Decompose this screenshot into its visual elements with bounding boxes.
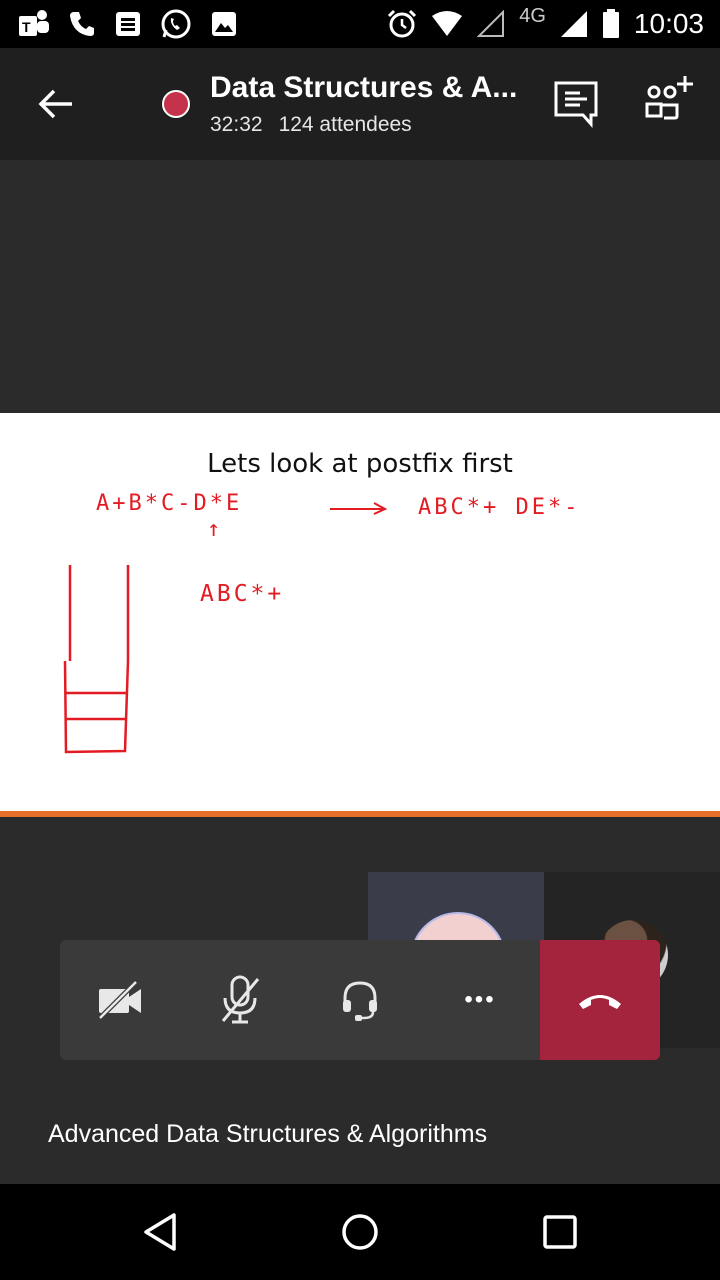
signal-outline-icon	[477, 10, 505, 37]
notification-icons: T	[18, 8, 238, 40]
recording-indicator	[162, 90, 190, 118]
phone-icon	[70, 12, 94, 36]
status-time: 10:03	[633, 8, 704, 39]
hang-up-icon	[579, 995, 621, 1009]
back-button[interactable]	[26, 74, 86, 134]
nav-back-button[interactable]	[130, 1202, 190, 1262]
conversion-arrow	[330, 502, 388, 515]
more-options-button[interactable]: •••	[420, 940, 540, 1060]
network-type-label: 4G	[519, 4, 546, 27]
scan-pointer: ↑	[207, 517, 224, 542]
participant-tile[interactable]	[368, 872, 544, 940]
meeting-info: Data Structures & A... 32:32 124 attende…	[210, 71, 517, 137]
meeting-meta: 32:32 124 attendees	[210, 113, 517, 137]
back-arrow-icon	[38, 89, 72, 119]
call-controls: •••	[60, 940, 660, 1060]
teams-app-icon: T	[19, 10, 49, 36]
recents-square-icon	[543, 1215, 577, 1249]
home-circle-icon	[342, 1214, 378, 1250]
nav-home-button[interactable]	[330, 1202, 390, 1262]
stack-diagram	[63, 565, 130, 754]
svg-text:T: T	[22, 19, 31, 35]
chat-icon	[554, 81, 598, 128]
alarm-icon	[388, 9, 417, 38]
add-people-icon	[645, 76, 693, 120]
add-participants-button[interactable]	[640, 72, 700, 132]
meeting-duration: 32:32	[210, 113, 263, 136]
nav-recents-button[interactable]	[530, 1202, 590, 1262]
back-triangle-icon	[144, 1213, 176, 1251]
signal-icon	[560, 11, 587, 37]
battery-icon	[602, 9, 619, 38]
meeting-header: Data Structures & A... 32:32 124 attende…	[0, 48, 720, 160]
camera-off-icon	[98, 980, 141, 1020]
message-icon	[116, 12, 140, 36]
status-bar: T 4G 10:03	[0, 0, 720, 48]
chat-button[interactable]	[550, 78, 602, 130]
meeting-name-caption: Advanced Data Structures & Algorithms	[48, 1120, 488, 1148]
mic-off-icon	[221, 975, 260, 1024]
camera-toggle-button[interactable]	[60, 940, 180, 1060]
system-indicators: 4G 10:03	[387, 4, 704, 40]
slide-heading: Lets look at postfix first	[207, 449, 513, 479]
mic-toggle-button[interactable]	[180, 940, 300, 1060]
shared-screen: Lets look at postfix first A+B*C-D*E ABC…	[0, 413, 720, 811]
attendee-count: 124 attendees	[278, 113, 412, 136]
headset-icon	[343, 981, 377, 1021]
wifi-icon	[432, 11, 463, 36]
hang-up-button[interactable]	[540, 940, 660, 1060]
navigation-bar	[0, 1184, 720, 1280]
whatsapp-icon	[161, 9, 191, 39]
audio-device-button[interactable]	[300, 940, 420, 1060]
shared-screen-border	[0, 811, 720, 817]
infix-expression: A+B*C-D*E	[96, 491, 243, 516]
partial-postfix: ABC*+	[200, 581, 285, 607]
postfix-expression: ABC*+ DE*-	[418, 495, 581, 520]
gallery-icon	[212, 12, 236, 36]
avatar	[410, 912, 506, 940]
meeting-title: Data Structures & A...	[210, 71, 518, 104]
